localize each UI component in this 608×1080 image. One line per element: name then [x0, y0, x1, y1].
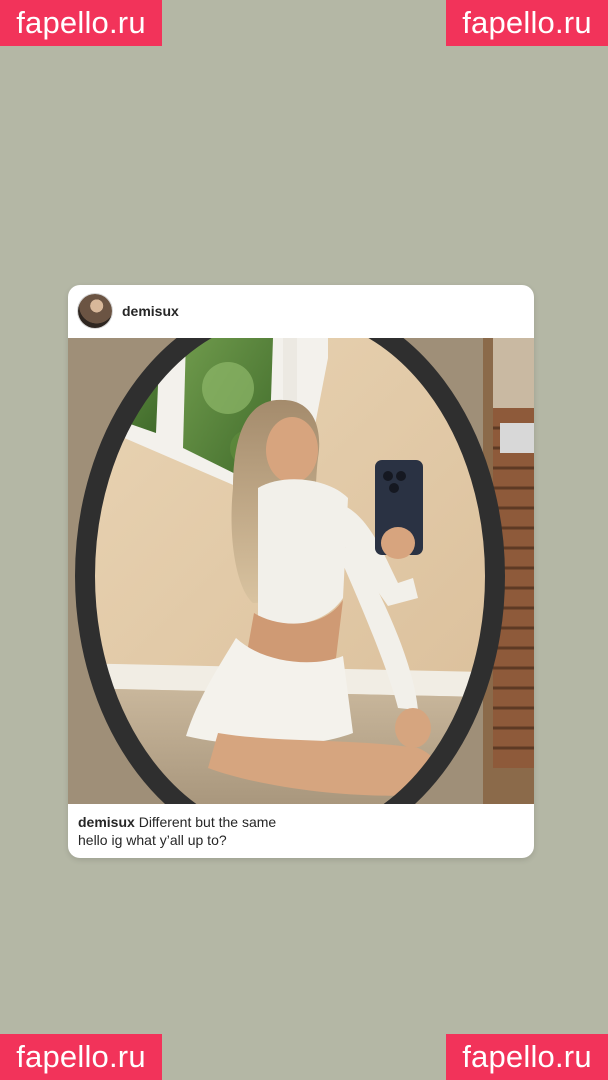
instagram-post-card[interactable]: demisux demisux Different but the same h… [68, 285, 534, 858]
caption-username[interactable]: demisux [78, 814, 135, 830]
post-photo[interactable] [68, 338, 534, 804]
profile-avatar-icon[interactable] [78, 294, 112, 328]
post-username[interactable]: demisux [122, 302, 179, 320]
caption-text-line2: hello ig what y’all up to? [78, 832, 227, 848]
watermark-bottom-left: fapello.ru [0, 1034, 162, 1080]
caption-text-line1: Different but the same [138, 814, 277, 830]
watermark-top-left: fapello.ru [0, 0, 162, 46]
watermark-bottom-right: fapello.ru [446, 1034, 608, 1080]
post-caption: demisux Different but the same hello ig … [78, 813, 498, 849]
mirror-selfie-photo [68, 338, 534, 804]
post-header: demisux [68, 285, 534, 338]
watermark-top-right: fapello.ru [446, 0, 608, 46]
